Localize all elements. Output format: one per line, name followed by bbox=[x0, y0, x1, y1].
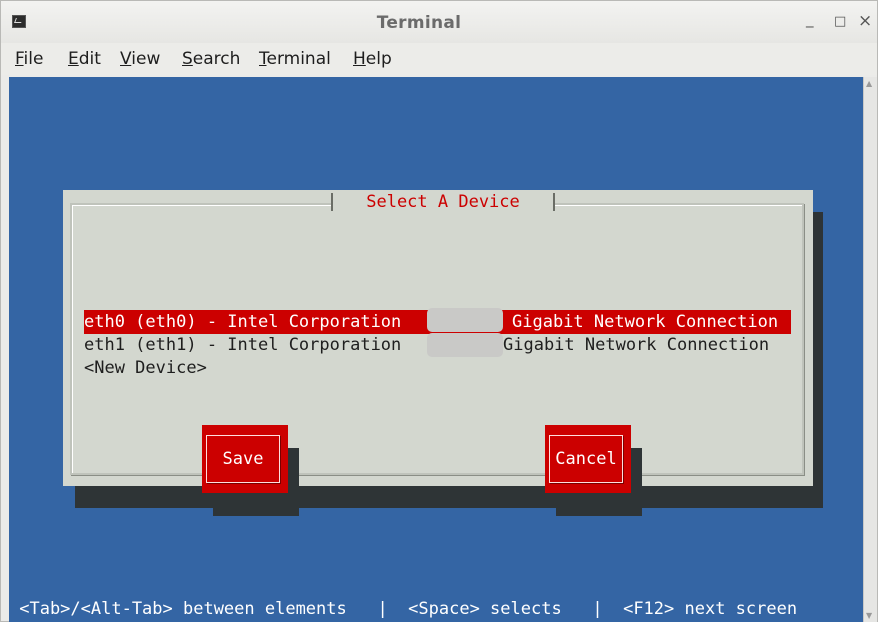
menu-edit[interactable]: Edit bbox=[68, 49, 101, 69]
menu-terminal-label: erminal bbox=[266, 49, 331, 69]
title-bar[interactable]: Terminal _ □ × bbox=[1, 1, 877, 43]
menu-help-label: elp bbox=[365, 49, 392, 69]
save-button-label: Save bbox=[206, 435, 280, 483]
dialog-title: Select A Device bbox=[331, 190, 555, 214]
device-eth0-desc: Gigabit Network Connection bbox=[512, 312, 779, 332]
redacted-model-eth0 bbox=[427, 308, 503, 332]
menu-file-label: ile bbox=[23, 49, 44, 69]
menu-bar: File Edit View Search Terminal Help bbox=[1, 43, 877, 75]
maximize-icon[interactable]: □ bbox=[834, 14, 846, 29]
status-bar-hint: <Tab>/<Alt-Tab> between elements | <Spac… bbox=[9, 599, 798, 619]
device-eth1-desc: Gigabit Network Connection bbox=[503, 335, 770, 355]
close-icon[interactable]: × bbox=[858, 11, 872, 31]
menu-terminal-mnemonic: T bbox=[259, 49, 267, 69]
menu-help-mnemonic: H bbox=[353, 49, 366, 69]
menu-search[interactable]: Search bbox=[182, 49, 240, 69]
menu-edit-mnemonic: E bbox=[68, 49, 79, 69]
menu-terminal[interactable]: Terminal bbox=[259, 49, 331, 69]
menu-search-mnemonic: S bbox=[182, 49, 193, 69]
cancel-button[interactable]: Cancel bbox=[545, 425, 631, 493]
menu-edit-label: dit bbox=[78, 49, 101, 69]
menu-file-mnemonic: F bbox=[15, 49, 24, 69]
device-eth0-name: eth0 (eth0) - Intel Corporation bbox=[84, 312, 402, 332]
menu-help[interactable]: Help bbox=[353, 49, 392, 69]
menu-view-mnemonic: V bbox=[120, 49, 132, 69]
menu-view-label: iew bbox=[131, 49, 161, 69]
scroll-down-icon[interactable]: ▼ bbox=[866, 611, 872, 620]
menu-file[interactable]: File bbox=[15, 49, 43, 69]
scroll-up-icon[interactable]: ▲ bbox=[866, 79, 872, 88]
device-eth1-name[interactable]: eth1 (eth1) - Intel Corporation bbox=[84, 333, 401, 357]
menu-view[interactable]: View bbox=[120, 49, 160, 69]
select-device-dialog: Select A Device eth0 (eth0) - Intel Corp… bbox=[63, 190, 813, 516]
redacted-model-eth1 bbox=[427, 333, 503, 357]
window-title: Terminal bbox=[376, 13, 462, 33]
terminal-window: Terminal _ □ × File Edit View Search Ter… bbox=[0, 0, 878, 622]
menu-search-label: earch bbox=[192, 49, 241, 69]
terminal-screen[interactable]: Select A Device eth0 (eth0) - Intel Corp… bbox=[9, 77, 863, 622]
new-device-item[interactable]: <New Device> bbox=[84, 356, 207, 380]
save-button[interactable]: Save bbox=[202, 425, 288, 493]
minimize-icon[interactable]: _ bbox=[806, 10, 814, 28]
cancel-button-label: Cancel bbox=[549, 435, 623, 483]
terminal-scrollbar[interactable]: ▲ ▼ bbox=[863, 77, 877, 622]
